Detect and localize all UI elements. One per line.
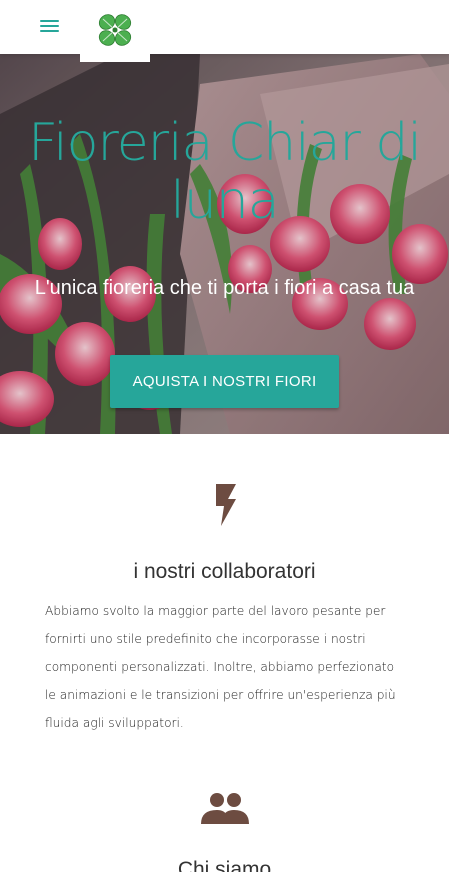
hero-title: Fioreria Chiar di luna bbox=[28, 113, 422, 231]
lightning-bolt-icon bbox=[215, 484, 236, 526]
hero-banner: Fioreria Chiar di luna L'unica fioreria … bbox=[0, 54, 449, 434]
green-clover-logo-icon bbox=[98, 14, 132, 46]
feature-about-icon-wrap bbox=[0, 792, 449, 828]
feature-about-title: Chi siamo bbox=[177, 858, 272, 872]
top-navbar bbox=[0, 0, 449, 62]
feature-collaborators-icon-wrap bbox=[0, 484, 449, 530]
group-people-icon bbox=[200, 793, 249, 824]
logo[interactable] bbox=[80, 0, 150, 62]
hamburger-menu-icon[interactable] bbox=[40, 18, 59, 34]
buy-flowers-button[interactable]: AQUISTA I NOSTRI FIORI bbox=[110, 355, 339, 408]
feature-collaborators-title: i nostri collaboratori bbox=[133, 560, 316, 583]
feature-collaborators-text: Abbiamo svolto la maggior parte del lavo… bbox=[45, 604, 396, 730]
page: Fioreria Chiar di luna L'unica fioreria … bbox=[0, 0, 449, 872]
hero-subtitle: L'unica fioreria che ti porta i fiori a … bbox=[34, 277, 415, 299]
